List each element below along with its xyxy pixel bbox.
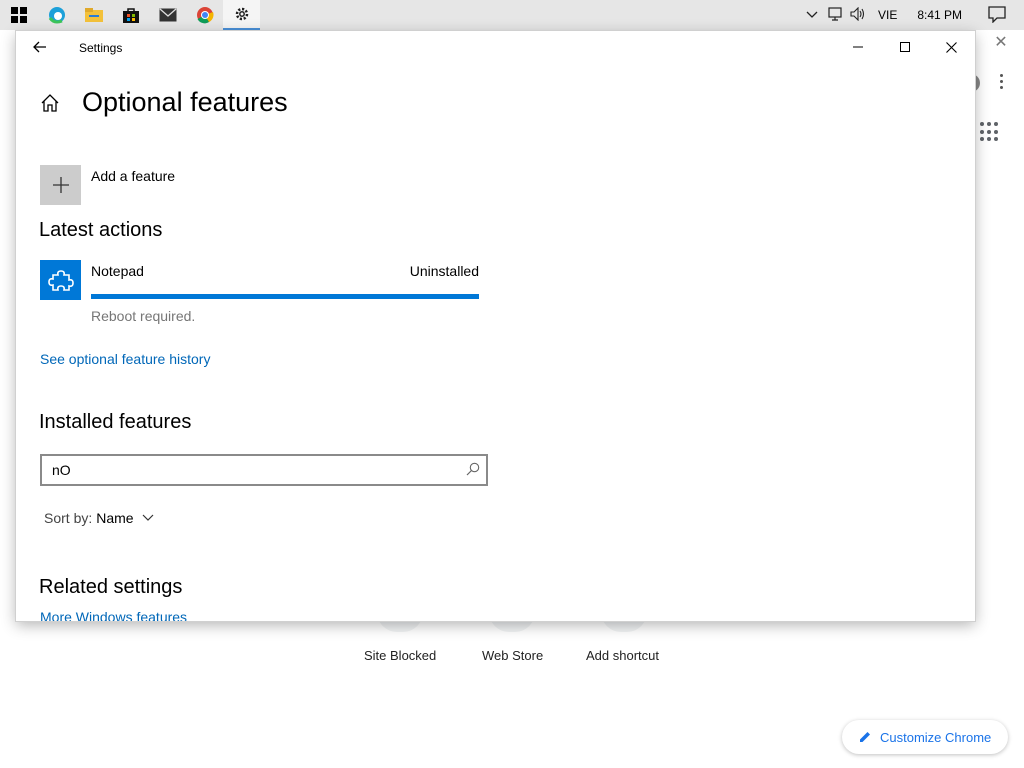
shortcut-web-store[interactable]: Web Store [482, 648, 543, 663]
microsoft-store-icon[interactable] [112, 0, 149, 30]
more-windows-features-link[interactable]: More Windows features [40, 609, 187, 621]
edge-icon[interactable] [38, 0, 75, 30]
shortcut-add-shortcut[interactable]: Add shortcut [586, 648, 659, 663]
sort-label: Sort by: [44, 510, 93, 526]
window-title: Settings [79, 41, 123, 55]
system-tray: VIE 8:41 PM [806, 0, 1006, 30]
feature-progress-bar [91, 294, 479, 299]
add-feature-label[interactable]: Add a feature [91, 168, 175, 184]
chevron-down-icon [142, 514, 154, 521]
settings-window: Settings Optional features Add a feature… [16, 31, 975, 621]
sort-dropdown[interactable]: Sort by: Name [44, 510, 154, 526]
feature-name: Notepad [91, 263, 144, 279]
close-icon [945, 41, 957, 53]
latest-actions-heading: Latest actions [39, 219, 163, 241]
installed-features-search [40, 454, 488, 486]
title-bar: Settings [16, 31, 975, 63]
more-vert-icon[interactable] [995, 72, 1007, 94]
home-icon[interactable] [40, 93, 62, 115]
language-indicator[interactable]: VIE [878, 8, 897, 22]
feature-status: Uninstalled [409, 263, 479, 279]
settings-icon[interactable] [223, 0, 260, 30]
windows-start-icon[interactable] [0, 0, 37, 30]
related-settings-heading: Related settings [39, 576, 183, 598]
plus-icon [52, 177, 69, 193]
add-feature-button[interactable] [40, 165, 81, 205]
pencil-icon [860, 732, 870, 742]
feature-note: Reboot required. [91, 308, 196, 324]
search-icon[interactable] [466, 462, 482, 478]
search-input[interactable] [52, 461, 452, 479]
customize-chrome-label: Customize Chrome [880, 729, 992, 745]
installed-features-heading: Installed features [39, 411, 192, 433]
close-icon[interactable]: ✕ [992, 34, 1010, 52]
shortcut-site-blocked[interactable]: Site Blocked [364, 648, 436, 663]
network-icon[interactable] [828, 6, 844, 24]
close-button[interactable] [928, 31, 974, 63]
clock[interactable]: 8:41 PM [917, 8, 962, 22]
chevron-up-icon[interactable] [806, 8, 820, 22]
puzzle-icon [47, 270, 74, 291]
maximize-icon [900, 42, 910, 52]
file-explorer-icon[interactable] [75, 0, 112, 30]
feature-progress-fill [91, 294, 479, 299]
customize-chrome-button[interactable]: Customize Chrome [842, 720, 1008, 754]
chrome-icon[interactable] [186, 0, 223, 30]
taskbar: VIE 8:41 PM [0, 0, 1024, 30]
minimize-icon [853, 46, 863, 48]
mail-icon[interactable] [149, 0, 186, 30]
maximize-button[interactable] [882, 31, 928, 63]
volume-icon[interactable] [850, 6, 866, 24]
back-button[interactable] [28, 37, 52, 57]
apps-grid-icon[interactable] [980, 122, 1000, 142]
optional-feature-history-link[interactable]: See optional feature history [40, 351, 210, 367]
notification-icon[interactable] [988, 5, 1006, 26]
minimize-button[interactable] [835, 31, 881, 63]
arrow-left-icon [33, 41, 46, 53]
sort-value: Name [96, 510, 134, 526]
feature-icon [40, 260, 81, 300]
page-title: Optional features [82, 87, 288, 117]
